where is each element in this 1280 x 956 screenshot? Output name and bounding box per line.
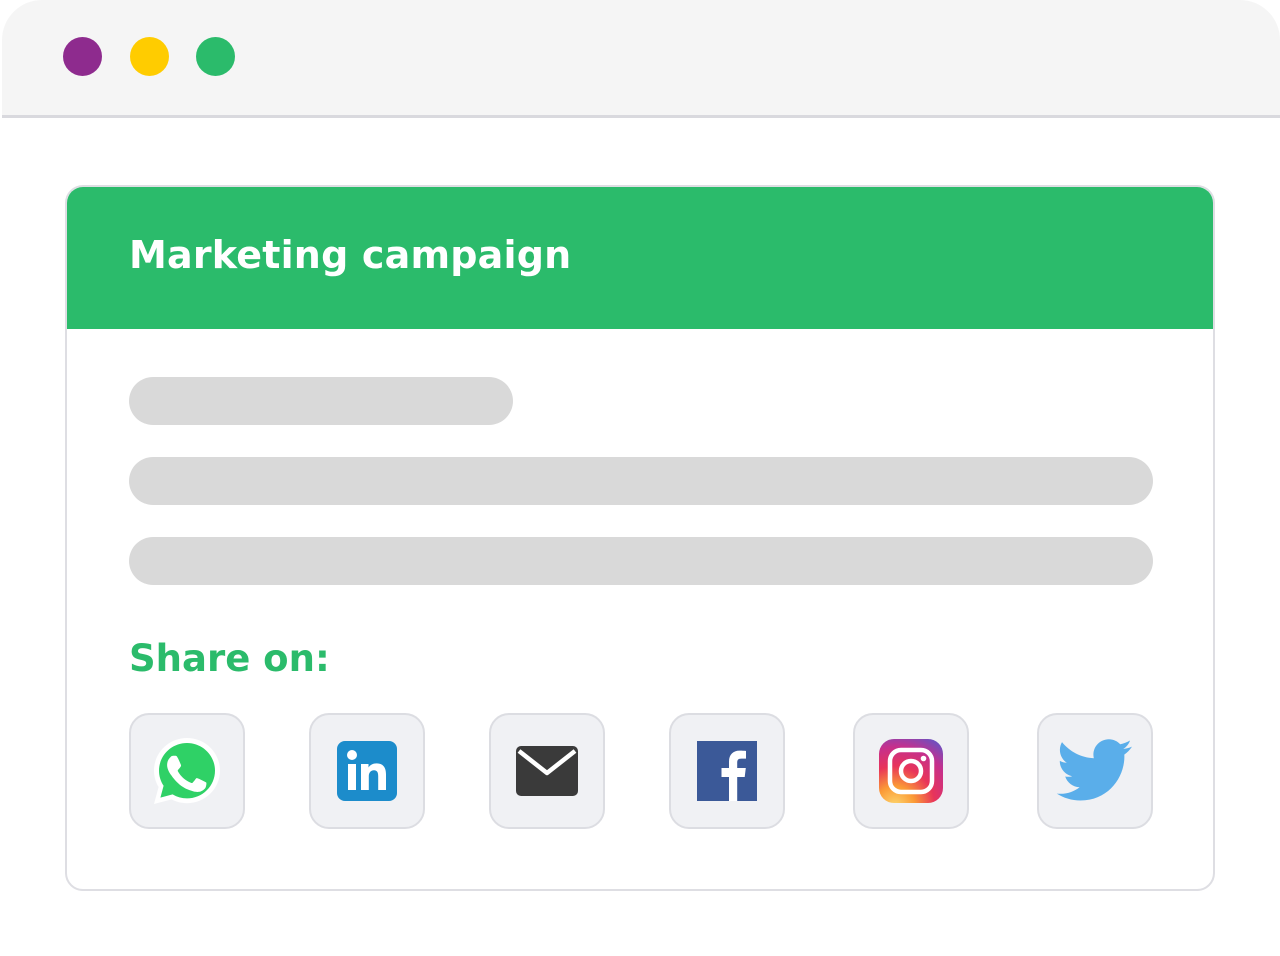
- share-whatsapp-button[interactable]: [129, 713, 245, 829]
- share-label: Share on:: [129, 637, 330, 680]
- share-instagram-button[interactable]: [853, 713, 969, 829]
- close-window-button[interactable]: [63, 37, 102, 76]
- instagram-icon: [879, 739, 943, 803]
- share-facebook-button[interactable]: [669, 713, 785, 829]
- placeholder-line-short: [129, 377, 513, 425]
- minimize-window-button[interactable]: [130, 37, 169, 76]
- share-linkedin-button[interactable]: [309, 713, 425, 829]
- linkedin-icon: [337, 741, 397, 801]
- share-email-button[interactable]: [489, 713, 605, 829]
- twitter-icon: [1056, 739, 1132, 801]
- placeholder-line: [129, 457, 1153, 505]
- facebook-icon: [697, 741, 757, 801]
- card-header: Marketing campaign: [67, 187, 1213, 329]
- mail-icon: [516, 746, 578, 796]
- maximize-window-button[interactable]: [196, 37, 235, 76]
- whatsapp-icon: [154, 738, 220, 804]
- campaign-card: Marketing campaign Share on:: [65, 185, 1215, 891]
- window-title-bar: [2, 0, 1280, 118]
- card-title: Marketing campaign: [129, 233, 572, 277]
- share-twitter-button[interactable]: [1037, 713, 1153, 829]
- placeholder-line: [129, 537, 1153, 585]
